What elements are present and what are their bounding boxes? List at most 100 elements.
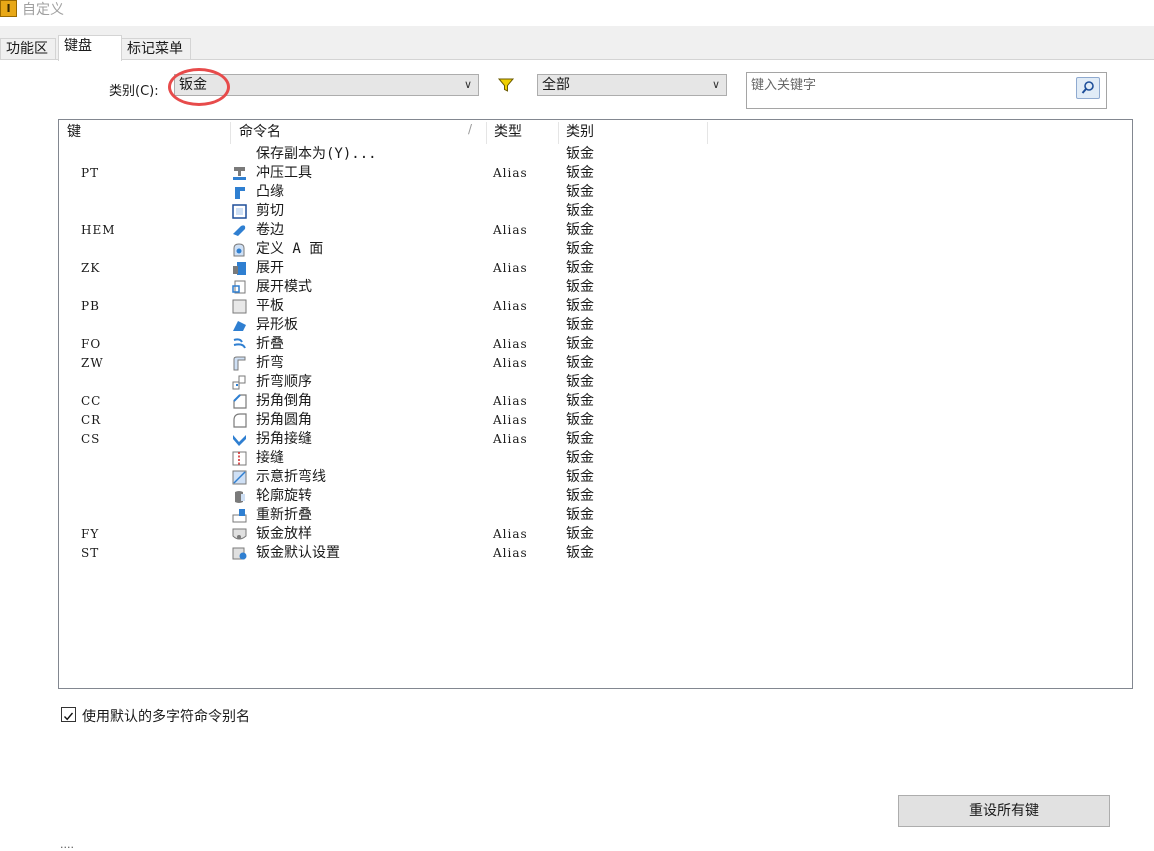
table-row[interactable]: 定义 A 面 钣金 — [59, 240, 1132, 259]
row-category: 钣金 — [566, 355, 594, 371]
row-command-name: 折叠 — [256, 336, 284, 352]
row-category: 钣金 — [566, 146, 594, 162]
table-row[interactable]: 剪切 钣金 — [59, 202, 1132, 221]
row-key: FY — [81, 527, 100, 541]
table-row[interactable]: ZW 折弯 Alias 钣金 — [59, 354, 1132, 373]
table-row[interactable]: 折弯顺序 钣金 — [59, 373, 1132, 392]
row-type: Alias — [493, 356, 528, 370]
row-command-name: 定义 A 面 — [256, 241, 324, 257]
row-category: 钣金 — [566, 488, 594, 504]
category-dropdown[interactable]: 钣金 ∨ — [174, 74, 479, 96]
row-key: ST — [81, 546, 100, 560]
row-category: 钣金 — [566, 279, 594, 295]
fold-icon — [233, 338, 246, 349]
bend-icon — [233, 356, 246, 371]
checkmark-icon — [63, 712, 74, 721]
tab-divider — [0, 59, 1154, 60]
scope-dropdown[interactable]: 全部 ∨ — [537, 74, 727, 96]
tab-ribbon[interactable]: 功能区 — [0, 38, 56, 60]
table-row[interactable]: PT 冲压工具 Alias 钣金 — [59, 164, 1132, 183]
table-row[interactable]: PB 平板 Alias 钣金 — [59, 297, 1132, 316]
column-divider — [558, 122, 559, 144]
row-key: CR — [81, 413, 102, 427]
table-row[interactable]: FO 折叠 Alias 钣金 — [59, 335, 1132, 354]
row-type: Alias — [493, 166, 528, 180]
search-box — [746, 72, 1107, 109]
column-header-command[interactable]: 命令名 — [239, 120, 281, 144]
column-header-type[interactable]: 类型 — [494, 120, 522, 144]
row-command-name: 拐角圆角 — [256, 412, 312, 428]
row-key: ZK — [81, 261, 101, 275]
flat-pattern-icon — [232, 280, 246, 294]
row-command-name: 拐角接缝 — [256, 431, 312, 447]
table-row[interactable]: 示意折弯线 钣金 — [59, 468, 1132, 487]
table-row[interactable]: 保存副本为(Y)... 钣金 — [59, 145, 1132, 164]
row-category: 钣金 — [566, 545, 594, 561]
row-key: FO — [81, 337, 102, 351]
tab-keyboard[interactable]: 键盘 — [58, 35, 122, 61]
row-command-name: 冲压工具 — [256, 165, 312, 181]
table-row[interactable]: 接缝 钣金 — [59, 449, 1132, 468]
row-category: 钣金 — [566, 203, 594, 219]
chevron-down-icon: ∨ — [711, 78, 720, 91]
row-category: 钣金 — [566, 393, 594, 409]
contour-roll-icon — [235, 491, 245, 503]
row-category: 钣金 — [566, 450, 594, 466]
funnel-icon[interactable] — [497, 76, 515, 94]
row-command-name: 折弯顺序 — [256, 374, 312, 390]
search-icon — [1081, 81, 1094, 94]
table-row[interactable]: 异形板 钣金 — [59, 316, 1132, 335]
row-category: 钣金 — [566, 374, 594, 390]
row-category: 钣金 — [566, 412, 594, 428]
corner-round-icon — [233, 413, 247, 428]
column-divider — [230, 122, 231, 144]
search-button[interactable] — [1076, 77, 1100, 99]
sort-indicator: / — [468, 122, 473, 136]
row-category: 钣金 — [566, 260, 594, 276]
row-command-name: 钣金默认设置 — [256, 545, 340, 561]
row-type: Alias — [493, 527, 528, 541]
flange-icon — [235, 187, 245, 199]
table-row[interactable]: 重新折叠 钣金 — [59, 506, 1132, 525]
unfold-icon — [233, 262, 246, 275]
row-command-name: 轮廓旋转 — [256, 488, 312, 504]
scope-dropdown-value: 全部 — [542, 77, 570, 93]
row-key: HEM — [81, 223, 116, 237]
table-row[interactable]: 展开模式 钣金 — [59, 278, 1132, 297]
table-row[interactable]: ST 钣金默认设置 Alias 钣金 — [59, 544, 1132, 563]
row-command-name: 示意折弯线 — [256, 469, 326, 485]
sheet-metal-defaults-icon — [232, 547, 247, 560]
row-category: 钣金 — [566, 184, 594, 200]
table-row[interactable]: CC 拐角倒角 Alias 钣金 — [59, 392, 1132, 411]
table-row[interactable]: ZK 展开 Alias 钣金 — [59, 259, 1132, 278]
hem-icon — [233, 225, 246, 236]
column-divider — [707, 122, 708, 144]
row-category: 钣金 — [566, 431, 594, 447]
chevron-down-icon: ∨ — [463, 78, 472, 91]
row-type: Alias — [493, 394, 528, 408]
row-type: Alias — [493, 432, 528, 446]
row-category: 钣金 — [566, 298, 594, 314]
search-input[interactable] — [751, 75, 1071, 95]
row-category: 钣金 — [566, 222, 594, 238]
row-type: Alias — [493, 223, 528, 237]
table-row[interactable]: 凸缘 钣金 — [59, 183, 1132, 202]
rip-icon — [232, 451, 247, 466]
multichar-alias-checkbox[interactable] — [61, 707, 76, 722]
row-command-name: 剪切 — [256, 203, 284, 219]
table-row[interactable]: HEM 卷边 Alias 钣金 — [59, 221, 1132, 240]
multichar-alias-label: 使用默认的多字符命令别名 — [82, 709, 250, 725]
row-category: 钣金 — [566, 165, 594, 181]
row-key: CS — [81, 432, 101, 446]
column-header-category[interactable]: 类别 — [566, 120, 594, 144]
row-command-name: 接缝 — [256, 450, 284, 466]
command-list[interactable]: 键 命令名 / 类型 类别 保存副本为(Y)... 钣金 PT 冲压工具 Alias 钣金… — [58, 119, 1133, 689]
table-row[interactable]: CR 拐角圆角 Alias 钣金 — [59, 411, 1132, 430]
row-category: 钣金 — [566, 317, 594, 333]
table-row[interactable]: FY 钣金放样 Alias 钣金 — [59, 525, 1132, 544]
reset-all-keys-button[interactable]: 重设所有键 — [898, 795, 1110, 827]
table-row[interactable]: 轮廓旋转 钣金 — [59, 487, 1132, 506]
tab-marking-menu[interactable]: 标记菜单 — [121, 38, 191, 60]
column-header-key[interactable]: 键 — [67, 120, 81, 144]
table-row[interactable]: CS 拐角接缝 Alias 钣金 — [59, 430, 1132, 449]
